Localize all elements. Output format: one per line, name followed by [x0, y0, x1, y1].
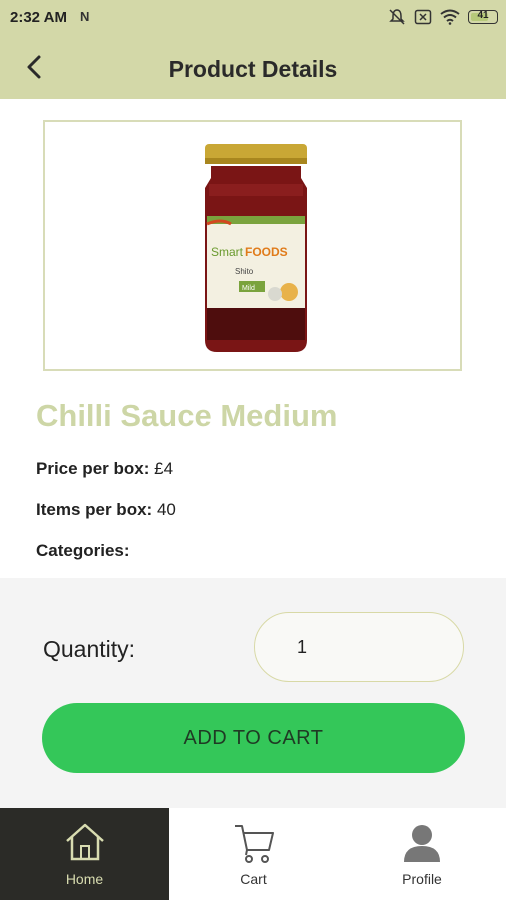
categories-label: Categories: — [36, 541, 130, 560]
profile-icon — [404, 825, 440, 862]
product-image: Smart FOODS Shito Mild — [205, 144, 307, 352]
items-line: Items per box: 40 — [36, 500, 176, 520]
nav-item-cart[interactable]: Cart — [169, 808, 338, 900]
nav-label-cart: Cart — [240, 871, 267, 887]
status-bar: 2:32 AM N 41 — [0, 0, 506, 36]
home-icon — [65, 823, 104, 861]
quantity-label: Quantity: — [43, 636, 136, 662]
bottom-nav: Home Cart Profile — [0, 808, 506, 900]
mute-icon — [389, 9, 405, 25]
battery-icon: 41 — [468, 10, 498, 24]
price-label: Price per box: — [36, 459, 150, 478]
product-image-frame: Smart FOODS Shito Mild — [43, 120, 462, 371]
add-to-cart-button[interactable]: ADD TO CART — [42, 703, 465, 773]
product-name: Chilli Sauce Medium — [36, 398, 338, 433]
categories-line: Categories: — [36, 541, 130, 561]
items-label: Items per box: — [36, 500, 153, 519]
jar-brand-a: Smart — [211, 245, 244, 259]
battery-level: 41 — [477, 10, 489, 21]
nav-label-profile: Profile — [402, 871, 442, 887]
price-line: Price per box: £4 — [36, 459, 173, 479]
wifi-icon — [440, 9, 460, 25]
items-value: 40 — [156, 500, 176, 519]
cart-icon — [234, 825, 274, 863]
price-value: £4 — [154, 459, 174, 478]
jar-brand-b: FOODS — [245, 245, 288, 259]
quantity-input[interactable] — [254, 612, 464, 682]
close-box-icon — [414, 9, 432, 25]
app-header: Product Details — [0, 36, 506, 99]
page-title: Product Details — [168, 56, 338, 82]
nav-label-home: Home — [65, 871, 104, 887]
nav-item-home[interactable]: Home — [0, 808, 169, 900]
status-icons: 41 — [388, 8, 498, 26]
nav-item-profile[interactable]: Profile — [338, 808, 506, 900]
jar-line1: Shito — [235, 267, 254, 276]
status-time: 2:32 AM — [10, 9, 67, 26]
jar-line2: Mild — [242, 285, 255, 292]
notification-icon: N — [80, 9, 90, 24]
